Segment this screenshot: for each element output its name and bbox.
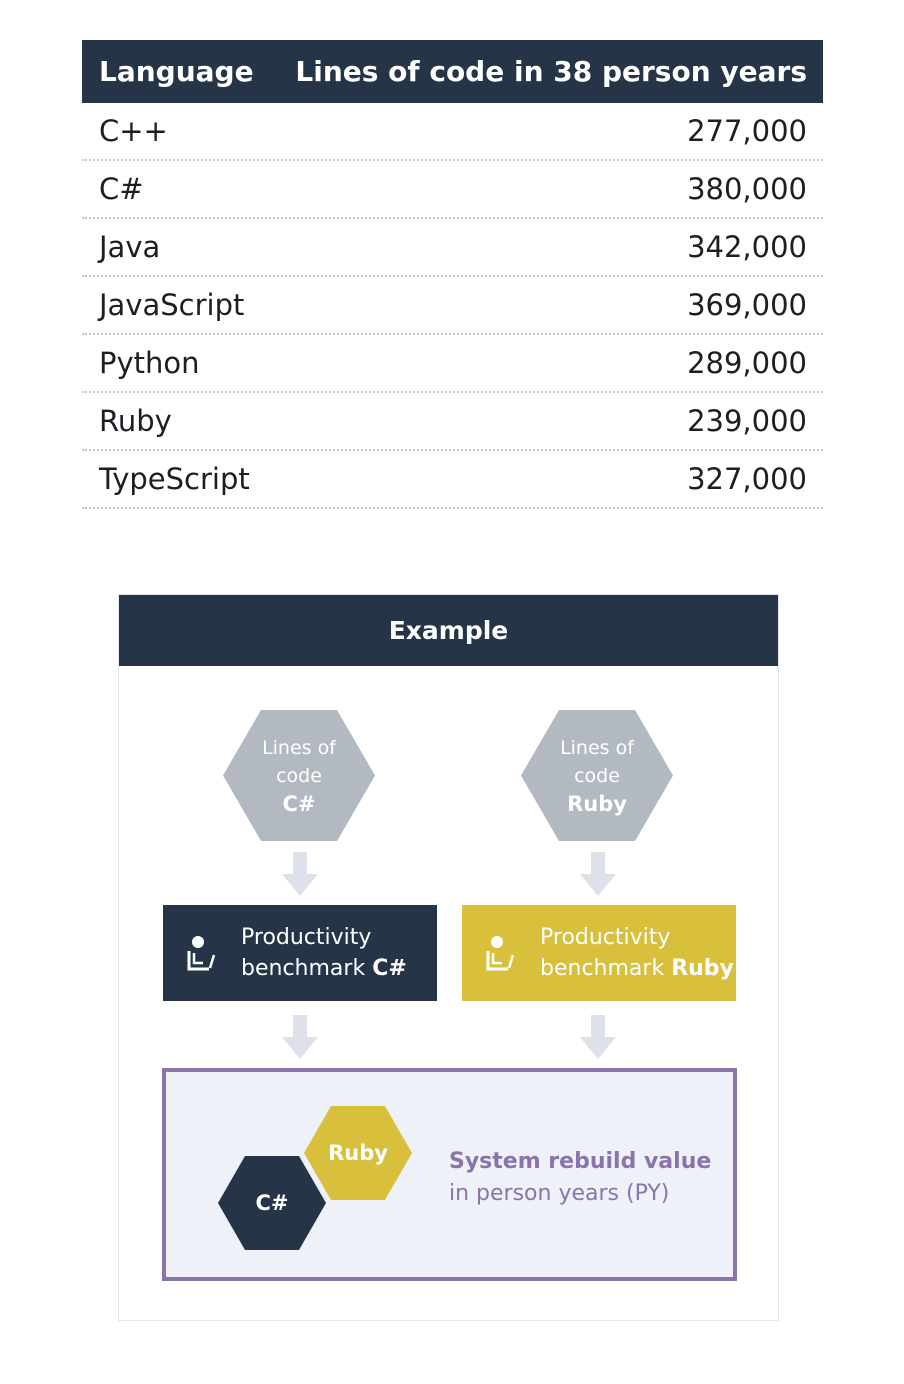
hex-loc-csharp: Lines of code C# [223,710,375,841]
hex-line2: code [574,764,620,787]
table-row: C++ 277,000 [82,103,823,161]
table-header: Language Lines of code in 38 person year… [82,40,823,103]
person-at-desk-icon [187,936,216,971]
result-title: System rebuild value [449,1149,712,1174]
benchmark-line2: benchmark Ruby [540,953,734,984]
person-at-desk-icon [486,936,515,971]
hex-loc-ruby: Lines of code Ruby [521,710,673,841]
row-loc: 277,000 [687,114,807,148]
system-rebuild-value-box: C# Ruby System rebuild value in person y… [162,1068,737,1281]
loc-table: Language Lines of code in 38 person year… [82,40,823,509]
benchmark-word: benchmark [241,956,366,981]
row-loc: 289,000 [687,346,807,380]
benchmark-lang: Ruby [671,956,734,981]
table-row: Ruby 239,000 [82,393,823,451]
row-language: Ruby [99,404,172,438]
row-loc: 380,000 [687,172,807,206]
row-language: C# [99,172,144,206]
hex-csharp-label: C# [255,1191,289,1215]
hex-lang: C# [282,791,316,816]
result-text: System rebuild value in person years (PY… [449,1146,711,1210]
benchmark-ruby-box: Productivity benchmark Ruby [462,905,736,1001]
row-loc: 239,000 [687,404,807,438]
down-arrow-icon [580,852,616,896]
hex-line1: Lines of [560,736,634,759]
down-arrow-icon [282,1015,318,1059]
header-language: Language [99,55,254,88]
table-row: TypeScript 327,000 [82,451,823,509]
benchmark-line1: Productivity [540,925,671,950]
hex-lang: Ruby [567,791,627,816]
row-language: C++ [99,114,168,148]
row-loc: 342,000 [687,230,807,264]
example-panel: Example Lines of code C# Lines of code R… [118,594,779,1321]
hex-line1: Lines of [262,736,336,759]
benchmark-line1: Productivity [241,925,372,950]
row-language: Python [99,346,200,380]
hex-line2: code [276,764,322,787]
benchmark-lang: C# [372,956,407,981]
down-arrow-icon [580,1015,616,1059]
row-loc: 369,000 [687,288,807,322]
hex-ruby-label: Ruby [328,1141,388,1165]
row-language: JavaScript [99,288,245,322]
benchmark-label: Productivity benchmark Ruby [540,922,734,984]
table-row: Python 289,000 [82,335,823,393]
hex-csharp: C# [218,1156,326,1250]
benchmark-csharp-box: Productivity benchmark C# [163,905,437,1001]
benchmark-label: Productivity benchmark C# [241,922,407,984]
row-language: TypeScript [99,462,250,496]
table-row: JavaScript 369,000 [82,277,823,335]
benchmark-line2: benchmark C# [241,953,407,984]
result-subtitle: in person years (PY) [449,1181,670,1206]
example-title: Example [119,595,778,666]
row-loc: 327,000 [687,462,807,496]
hex-ruby: Ruby [304,1106,412,1200]
row-language: Java [99,230,161,264]
table-row: C# 380,000 [82,161,823,219]
table-row: Java 342,000 [82,219,823,277]
header-loc: Lines of code in 38 person years [295,55,807,88]
benchmark-word: benchmark [540,956,665,981]
down-arrow-icon [282,852,318,896]
